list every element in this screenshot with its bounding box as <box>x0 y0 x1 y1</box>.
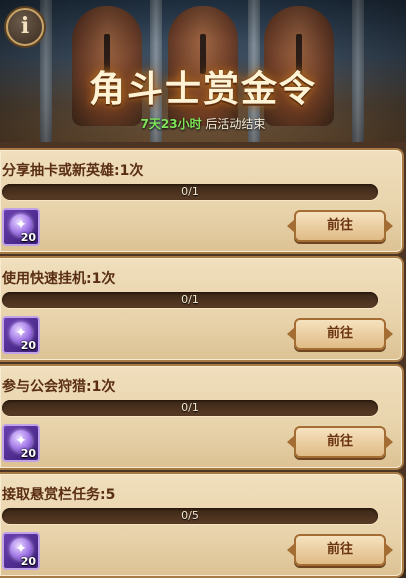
event-countdown: 7天23小时 后活动结束 <box>0 115 406 132</box>
go-button[interactable]: 前往 <box>287 534 393 566</box>
quest-title: 接取悬赏栏任务:5 <box>2 487 116 503</box>
reward-quantity: 20 <box>20 555 36 568</box>
reward-quantity: 20 <box>20 339 36 352</box>
reward-item[interactable]: 20 <box>2 316 40 354</box>
quest-card: 使用快速挂机:1次 0/1 20 前往 <box>0 256 404 362</box>
progress-text: 0/1 <box>181 185 199 198</box>
quest-card: 分享抽卡或新英雄:1次 0/1 20 前往 <box>0 148 404 254</box>
quest-title: 参与公会狩猎:1次 <box>2 379 116 395</box>
time-remaining: 7天23小时 <box>140 117 202 131</box>
quest-card: 参与公会狩猎:1次 0/1 20 前往 <box>0 364 404 470</box>
reward-item[interactable]: 20 <box>2 424 40 462</box>
quest-title: 使用快速挂机:1次 <box>2 271 116 287</box>
event-banner: i 角斗士赏金令 7天23小时 后活动结束 <box>0 0 406 142</box>
reward-item[interactable]: 20 <box>2 532 40 570</box>
reward-quantity: 20 <box>20 447 36 460</box>
progress-bar: 0/1 <box>2 292 378 308</box>
progress-text: 0/5 <box>181 509 199 522</box>
progress-bar: 0/1 <box>2 400 378 416</box>
reward-item[interactable]: 20 <box>2 208 40 246</box>
quest-title: 分享抽卡或新英雄:1次 <box>2 163 144 179</box>
event-title: 角斗士赏金令 <box>88 69 317 110</box>
progress-text: 0/1 <box>181 401 199 414</box>
go-button[interactable]: 前往 <box>287 426 393 458</box>
time-suffix: 后活动结束 <box>201 117 266 131</box>
quest-card: 接取悬赏栏任务:5 0/5 20 前往 <box>0 472 404 578</box>
reward-quantity: 20 <box>20 231 36 244</box>
info-icon[interactable]: i <box>6 8 44 46</box>
progress-bar: 0/5 <box>2 508 378 524</box>
go-button[interactable]: 前往 <box>287 318 393 350</box>
progress-text: 0/1 <box>181 293 199 306</box>
go-button[interactable]: 前往 <box>287 210 393 242</box>
quest-list[interactable]: 分享抽卡或新英雄:1次 0/1 20 前往 使用快速挂机:1次 0/1 20 前… <box>0 142 406 578</box>
progress-bar: 0/1 <box>2 184 378 200</box>
